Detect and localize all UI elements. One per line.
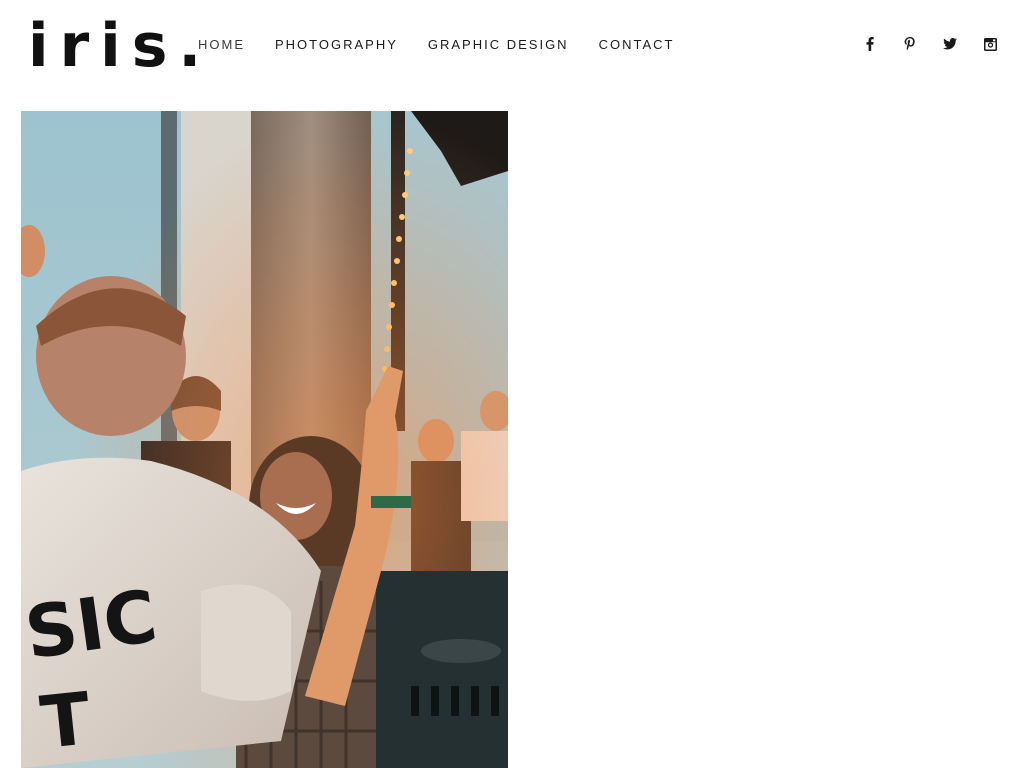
- site-header: iris. HOME PHOTOGRAPHY GRAPHIC DESIGN CO…: [0, 0, 1024, 100]
- gallery-photo[interactable]: SIC T: [21, 111, 508, 768]
- shirt-text-2: T: [37, 676, 95, 765]
- pinterest-icon[interactable]: [900, 35, 920, 53]
- nav-item-graphic-design[interactable]: GRAPHIC DESIGN: [428, 37, 569, 53]
- party-photo-image: SIC T: [21, 111, 508, 768]
- main-nav: HOME PHOTOGRAPHY GRAPHIC DESIGN CONTACT: [198, 37, 674, 53]
- nav-item-contact[interactable]: CONTACT: [599, 37, 675, 53]
- site-logo[interactable]: iris.: [28, 6, 212, 86]
- twitter-icon[interactable]: [940, 35, 960, 53]
- nav-item-photography[interactable]: PHOTOGRAPHY: [275, 37, 398, 53]
- social-links: [860, 35, 1000, 53]
- nav-item-home[interactable]: HOME: [198, 37, 245, 53]
- facebook-icon[interactable]: [860, 35, 880, 53]
- instagram-icon[interactable]: [980, 35, 1000, 53]
